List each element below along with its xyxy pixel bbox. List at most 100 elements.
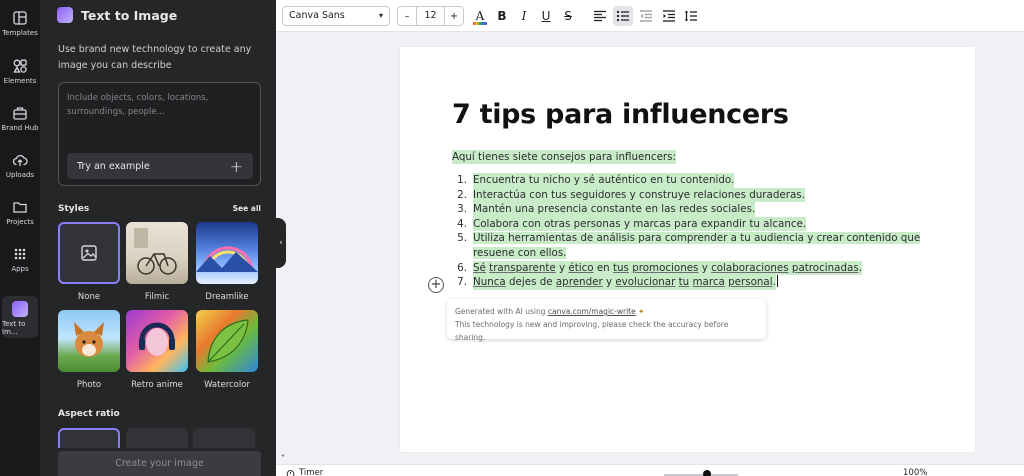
leaf-thumbnail [207,319,249,363]
line-spacing-button[interactable] [681,6,701,26]
list-text: Utiliza herramientas de análisis para co… [473,231,921,260]
document-title[interactable]: 7 tips para influencers [452,99,789,130]
rail-label: Brand Hub [1,124,39,132]
anime-portrait-thumbnail [139,322,175,356]
upload-cloud-icon [12,154,28,166]
numbered-list-icon [617,11,629,21]
rail-item-templates[interactable]: Templates [0,10,40,37]
zoom-slider-handle[interactable] [703,470,711,476]
text-toolbar: Canva Sans ▾ – 12 + A B I U S [276,0,1024,32]
rail-label: Uploads [5,171,35,179]
list-number: 6. [457,261,467,274]
text-run: en [593,261,613,274]
zoom-level[interactable]: 100% [903,468,927,476]
try-example-button[interactable]: Try an example + [67,153,253,179]
rail-item-apps[interactable]: Apps [0,246,40,273]
list-number: 5. [457,232,467,245]
spelling-word: evolucionar [615,276,676,289]
timer-button[interactable]: Timer [286,468,323,476]
rail-item-text-to-image[interactable]: Text to Im... [2,296,38,338]
list-item: 3. Mantén una presencia constante en las… [452,202,922,217]
style-card-retro-anime[interactable] [126,310,188,372]
rail-item-uploads[interactable]: Uploads [0,152,40,179]
list-item: 2. Interactúa con tus seguidores y const… [452,187,922,203]
rail-item-projects[interactable]: Projects [0,199,40,226]
font-size-stepper[interactable]: – 12 + [397,6,464,26]
create-image-button[interactable]: Create your image [58,451,261,476]
font-family-value: Canva Sans [289,10,345,21]
rail-item-elements[interactable]: Elements [0,58,40,85]
scroll-left-arrow-icon[interactable]: ◂ [281,452,284,459]
list-text-line: Utiliza herramientas de análisis para co… [473,232,921,245]
collapse-panel-handle[interactable]: ‹ [276,218,286,268]
ai-note-line2: This technology is new and improving, pl… [455,320,729,342]
numbered-list-button[interactable] [613,6,633,26]
list-text: Encuentra tu nicho y sé auténtico en tu … [473,173,735,188]
spelling-word: Sé [473,261,486,274]
see-all-link[interactable]: See all [233,204,261,214]
ai-note-line1: Generated with AI using canva.com/magic-… [455,305,758,318]
style-card-dreamlike[interactable] [196,222,258,284]
chevron-left-icon: ‹ [279,238,283,248]
aspect-ratio-heading: Aspect ratio [58,409,120,419]
style-card-filmic[interactable] [126,222,188,284]
spelling-word: transparente [489,261,556,274]
rail-label: Projects [6,218,34,226]
spelling-word: patrocinadas [791,261,859,274]
text-run: dejes de [505,276,556,289]
outdent-icon [640,10,652,22]
rail-item-brand-hub[interactable]: Brand Hub [0,105,40,132]
try-example-label: Try an example [77,160,150,172]
list-item: 7. Nunca dejes de aprender y evolucionar… [452,275,922,290]
increase-size-button[interactable]: + [445,11,463,22]
tips-list[interactable]: 1. Encuentra tu nicho y sé auténtico en … [452,173,922,290]
panel-description: Use brand new technology to create any i… [58,44,252,71]
list-number: 4. [457,217,467,230]
timer-label: Timer [299,468,324,476]
prompt-input[interactable]: Include objects, colors, locations, surr… [58,82,261,186]
spelling-word: aprender [555,276,603,289]
decrease-size-button[interactable]: – [398,11,416,22]
increase-indent-button[interactable] [659,6,679,26]
list-text: Colabora con otras personas y marcas par… [473,216,807,232]
font-family-select[interactable]: Canva Sans ▾ [282,6,390,26]
rail-label: Templates [2,29,38,37]
bold-button[interactable]: B [492,6,512,26]
list-text: Interactúa con tus seguidores y construy… [473,187,805,203]
list-text: Sé transparente y ético en tus promocion… [473,260,862,276]
style-label-watercolor: Watercolor [204,380,250,390]
style-card-none[interactable] [58,222,120,284]
canva-editor: Templates Elements Brand Hub Uploads Pro… [0,0,1024,476]
align-left-button[interactable] [590,6,610,26]
bottom-bar: Timer 100% [276,464,1024,476]
style-card-photo[interactable] [58,310,120,372]
text-color-button[interactable]: A [470,6,490,26]
aspect-option-landscape[interactable] [126,428,188,448]
rainbow-landscape-thumbnail [196,246,258,273]
font-size-value[interactable]: 12 [416,7,445,25]
add-element-button[interactable]: + [428,277,444,293]
text-to-image-icon [12,301,28,317]
style-card-watercolor[interactable] [196,310,258,372]
dog-thumbnail [74,322,104,357]
aspect-option-portrait[interactable] [193,428,255,448]
design-page[interactable]: 7 tips para influencers Aquí tienes siet… [400,47,975,452]
list-item: 5. Utiliza herramientas de análisis para… [452,231,922,260]
brand-hub-icon [13,107,27,120]
decrease-indent-button[interactable] [636,6,656,26]
panel-title: Text to Image [81,7,178,23]
spelling-word: tu [678,276,690,289]
magic-write-link[interactable]: canva.com/magic-write [548,307,636,316]
spelling-word: tus [612,261,629,274]
aspect-option-square[interactable] [58,428,120,448]
list-text: Nunca dejes de aprender y evolucionar tu… [473,275,776,290]
underline-button[interactable]: U [536,6,556,26]
prompt-placeholder: Include objects, colors, locations, surr… [67,93,209,117]
spelling-word: Nunca [473,276,506,289]
strikethrough-button[interactable]: S [558,6,578,26]
line-spacing-icon [684,10,697,22]
intro-paragraph[interactable]: Aquí tienes siete consejos para influenc… [452,150,676,164]
rail-label: Elements [3,77,37,85]
list-text: Mantén una presencia constante en las re… [473,202,756,217]
italic-button[interactable]: I [514,6,534,26]
